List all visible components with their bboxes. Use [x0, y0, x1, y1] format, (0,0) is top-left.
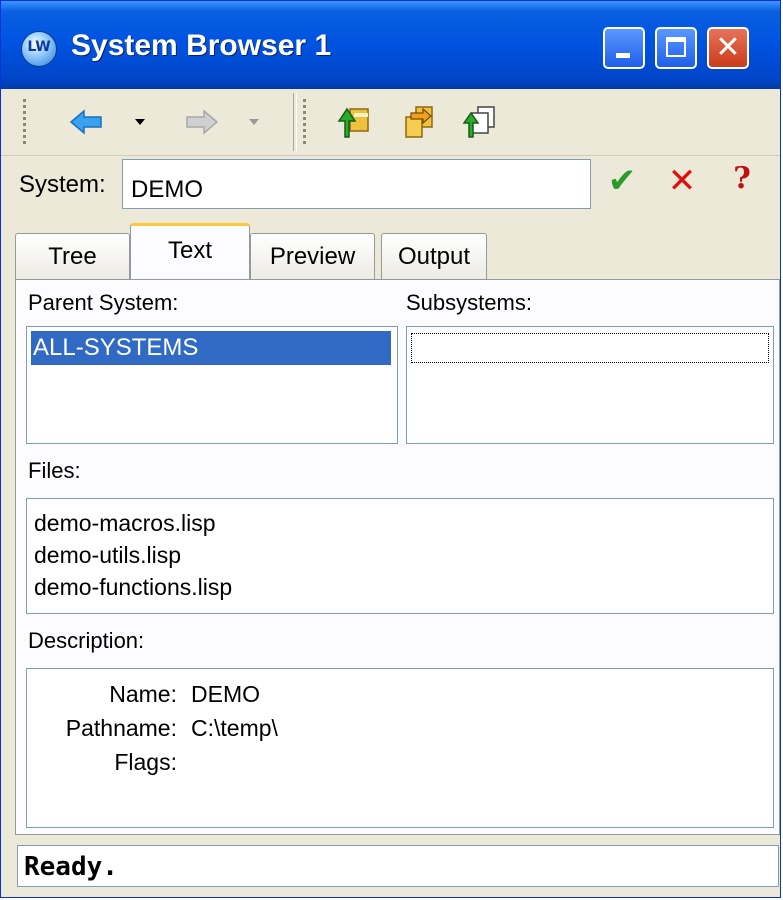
parent-system-selected-item[interactable]: ALL-SYSTEMS: [31, 331, 391, 365]
description-row-pathname: Pathname: C:\temp\: [27, 711, 773, 745]
parent-system-list[interactable]: ALL-SYSTEMS: [26, 326, 398, 444]
system-input[interactable]: [122, 159, 591, 209]
status-bar: Ready.: [17, 845, 779, 887]
cancel-x-icon[interactable]: ✕: [663, 161, 701, 201]
files-label: Files:: [28, 458, 81, 483]
lispworks-app-icon[interactable]: LW: [21, 31, 57, 67]
files-list[interactable]: demo-macros.lisp demo-utils.lisp demo-fu…: [26, 498, 774, 614]
help-question-icon[interactable]: ?: [723, 161, 761, 201]
description-pane[interactable]: Name: DEMO Pathname: C:\temp\ Flags:: [26, 668, 774, 828]
toolbar-grip-2[interactable]: [303, 99, 306, 145]
system-copy-icon[interactable]: [461, 103, 499, 141]
description-key: Pathname:: [65, 715, 177, 741]
description-key: Flags:: [114, 749, 177, 775]
system-label: System:: [19, 171, 106, 198]
close-icon: ✕: [715, 30, 741, 65]
file-item[interactable]: demo-utils.lisp: [27, 539, 773, 571]
forward-history-dropdown-icon: [249, 119, 259, 125]
file-item[interactable]: demo-functions.lisp: [27, 571, 773, 603]
subsystems-list[interactable]: [406, 326, 774, 444]
text-tab-panel: Parent System: Subsystems: ALL-SYSTEMS F…: [15, 279, 780, 835]
description-value: C:\temp\: [191, 715, 278, 741]
close-button[interactable]: ✕: [707, 27, 749, 69]
description-label: Description:: [28, 628, 145, 653]
toolbar-grip[interactable]: [23, 99, 26, 145]
minimize-button[interactable]: [603, 27, 645, 69]
maximize-icon: [666, 37, 686, 57]
back-history-dropdown-icon[interactable]: [135, 119, 145, 125]
toolbar-separator: [293, 93, 297, 151]
tab-text[interactable]: Text: [130, 223, 250, 279]
description-row-flags: Flags:: [27, 745, 773, 779]
app-icon-text: LW: [27, 39, 51, 55]
description-row-name: Name: DEMO: [27, 677, 773, 711]
title-bar[interactable]: LW System Browser 1 ✕: [1, 1, 780, 89]
tab-preview[interactable]: Preview: [250, 233, 375, 279]
maximize-button[interactable]: [655, 27, 697, 69]
description-value: DEMO: [191, 681, 260, 707]
parent-system-label: Parent System:: [28, 290, 179, 315]
system-up-icon[interactable]: [335, 103, 373, 141]
system-browser-window: LW System Browser 1 ✕ System: DEMO ✔ ✕ ?…: [0, 0, 781, 898]
tab-tree[interactable]: Tree: [15, 233, 130, 279]
minimize-icon: [616, 53, 630, 58]
forward-arrow-icon[interactable]: [183, 103, 221, 141]
subsystems-label: Subsystems:: [406, 290, 532, 315]
tab-strip: Tree Text Preview Output: [15, 221, 780, 279]
tab-output[interactable]: Output: [381, 233, 487, 279]
system-open-icon[interactable]: [399, 103, 437, 141]
subsystems-focus-item[interactable]: [411, 333, 769, 363]
back-arrow-icon[interactable]: [67, 103, 105, 141]
description-key: Name:: [109, 681, 177, 707]
file-item[interactable]: demo-macros.lisp: [27, 507, 773, 539]
window-title: System Browser 1: [71, 29, 332, 62]
toolbar: [1, 89, 780, 156]
accept-check-icon[interactable]: ✔: [603, 161, 641, 201]
